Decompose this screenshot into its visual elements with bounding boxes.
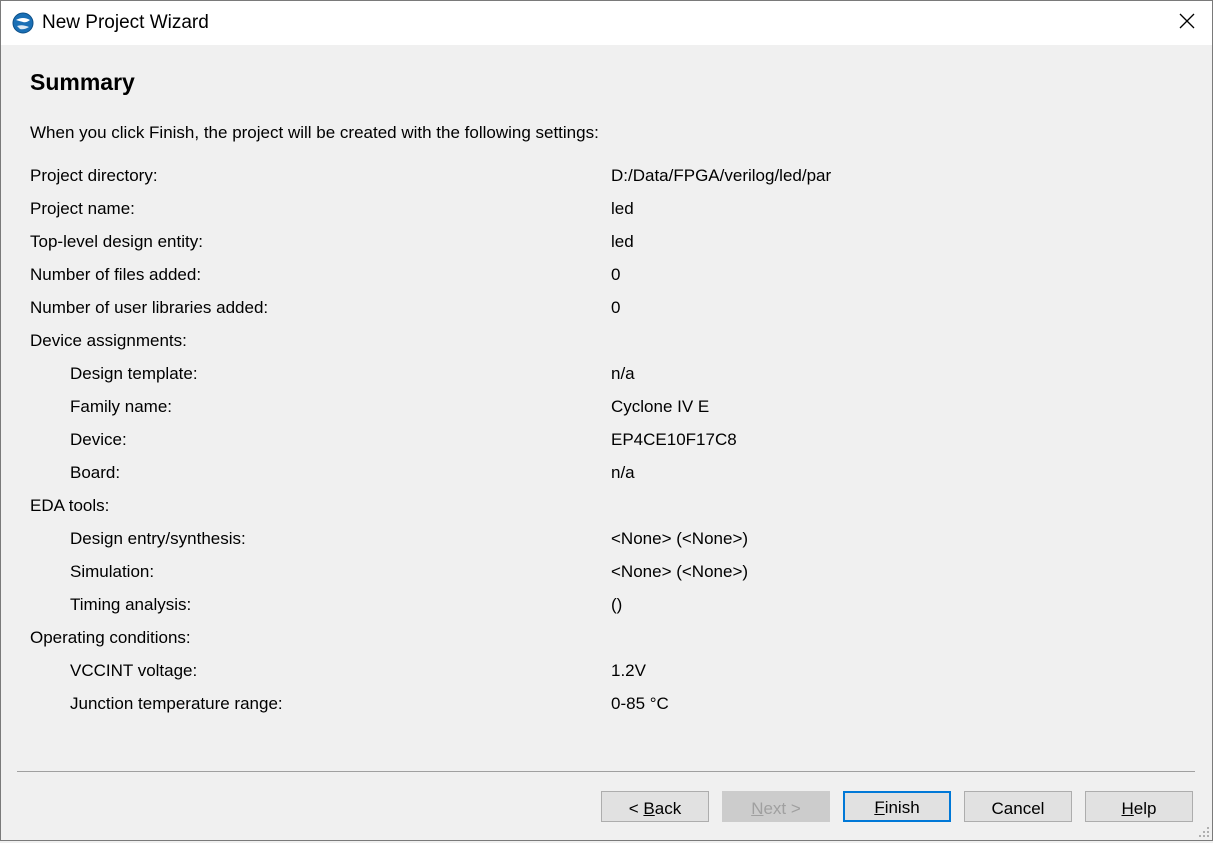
summary-row: Simulation: <None> (<None>): [30, 561, 1190, 594]
summary-row-label: Junction temperature range:: [70, 694, 283, 713]
summary-row: Family name: Cyclone IV E: [30, 396, 1190, 429]
finish-button[interactable]: Finish: [843, 791, 951, 822]
summary-row-value: <None> (<None>): [611, 562, 749, 581]
summary-row: Operating conditions:: [30, 627, 1190, 660]
resize-grip-icon[interactable]: [1196, 824, 1210, 838]
summary-row: Timing analysis: (): [30, 594, 1190, 627]
summary-row-label: Top-level design entity:: [30, 232, 203, 251]
summary-row-value: Cyclone IV E: [611, 397, 710, 416]
summary-row-label: Board:: [70, 463, 121, 482]
summary-row: Project name: led: [30, 198, 1190, 231]
intro-text: When you click Finish, the project will …: [30, 123, 599, 142]
summary-row: Device: EP4CE10F17C8: [30, 429, 1190, 462]
summary-row: Device assignments:: [30, 330, 1190, 363]
summary-row-label: VCCINT voltage:: [70, 661, 198, 680]
summary-row-value: 0-85 °C: [611, 694, 669, 713]
summary-row-label: Number of user libraries added:: [30, 298, 269, 317]
new-project-wizard-window: New Project Wizard Summary When you clic…: [0, 0, 1213, 841]
summary-row-value: EP4CE10F17C8: [611, 430, 737, 449]
summary-row-label: Number of files added:: [30, 265, 202, 284]
settings-list: Project directory: D:/Data/FPGA/verilog/l…: [30, 165, 1190, 726]
summary-row: EDA tools:: [30, 495, 1190, 528]
summary-row-label: Design template:: [70, 364, 198, 383]
summary-row: Design entry/synthesis: <None> (<None>): [30, 528, 1190, 561]
summary-row-label: EDA tools:: [30, 496, 110, 515]
summary-row-label: Family name:: [70, 397, 173, 416]
summary-row: Number of files added: 0: [30, 264, 1190, 297]
cancel-button[interactable]: Cancel: [964, 791, 1072, 822]
summary-row-value: 0: [611, 298, 621, 317]
summary-row-value: n/a: [611, 364, 635, 383]
summary-row: Top-level design entity: led: [30, 231, 1190, 264]
divider: [17, 771, 1195, 772]
summary-row: Project directory: D:/Data/FPGA/verilog/l…: [30, 165, 1190, 198]
summary-row-label: Device assignments:: [30, 331, 187, 350]
summary-row: Number of user libraries added: 0: [30, 297, 1190, 330]
summary-row-value: <None> (<None>): [611, 529, 749, 548]
next-button[interactable]: Next >: [722, 791, 830, 822]
summary-row-value: led: [611, 199, 634, 218]
summary-row-label: Design entry/synthesis:: [70, 529, 246, 548]
back-button[interactable]: < Back: [601, 791, 709, 822]
summary-row: Design template: n/a: [30, 363, 1190, 396]
title-bar: New Project Wizard: [1, 1, 1212, 45]
summary-row-label: Simulation:: [70, 562, 155, 581]
page-title: Summary: [30, 69, 135, 95]
close-icon: [1179, 13, 1195, 34]
summary-row-label: Device:: [70, 430, 127, 449]
summary-row-value: led: [611, 232, 634, 251]
help-button[interactable]: Help: [1085, 791, 1193, 822]
summary-row-value: (): [611, 595, 623, 614]
summary-row-value: 1.2V: [611, 661, 646, 680]
window-title: New Project Wizard: [42, 12, 209, 33]
summary-row-label: Project name:: [30, 199, 135, 218]
summary-row: Junction temperature range: 0-85 °C: [30, 693, 1190, 726]
summary-row-value: 0: [611, 265, 621, 284]
quartus-globe-icon: [12, 12, 34, 34]
summary-row-label: Project directory:: [30, 166, 158, 185]
summary-row-label: Operating conditions:: [30, 628, 191, 647]
summary-row-label: Timing analysis:: [70, 595, 192, 614]
close-button[interactable]: [1162, 1, 1212, 45]
summary-row: Board: n/a: [30, 462, 1190, 495]
summary-row-value: n/a: [611, 463, 635, 482]
summary-row: VCCINT voltage: 1.2V: [30, 660, 1190, 693]
summary-row-value: D:/Data/FPGA/verilog/led/par: [611, 166, 832, 185]
